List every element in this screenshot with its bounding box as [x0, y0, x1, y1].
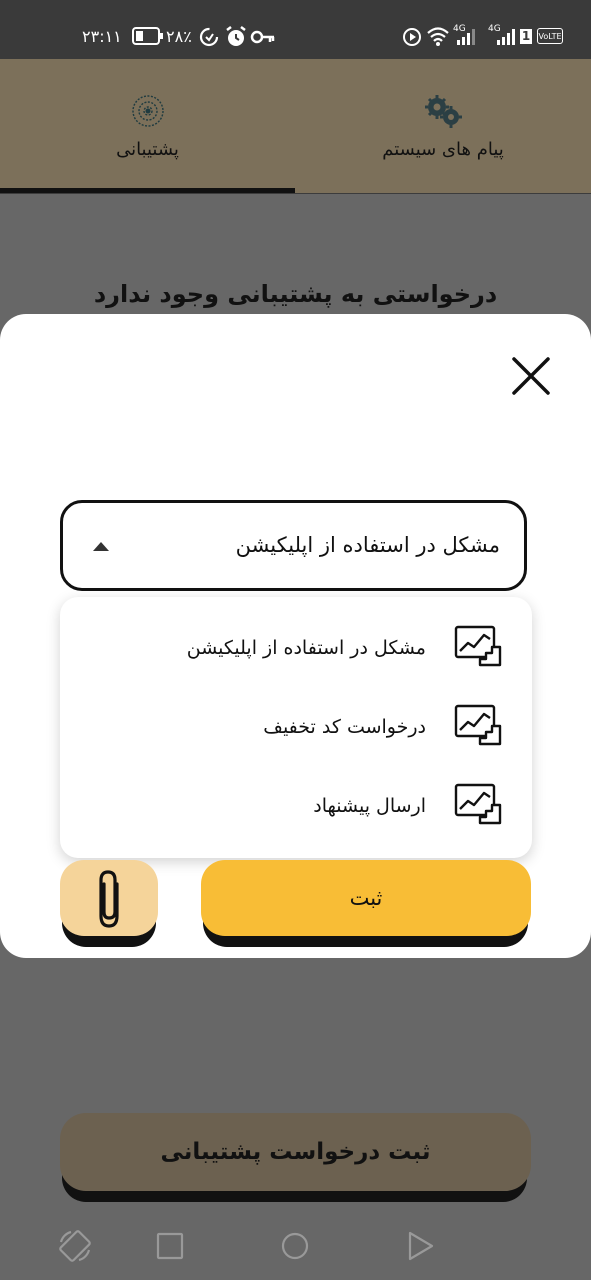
- dropdown-menu: مشکل در استفاده از اپلیکیشن درخواست کد ت…: [60, 597, 532, 858]
- battery-icon: [132, 26, 164, 50]
- status-time: ۲۳:۱۱: [82, 27, 122, 46]
- select-value: مشکل در استفاده از اپلیکیشن: [235, 533, 500, 557]
- tab-support[interactable]: پشتیبانی: [0, 59, 295, 194]
- submit-support-request-button[interactable]: ثبت درخواست پشتیبانی: [60, 1113, 531, 1191]
- close-button[interactable]: [505, 350, 557, 402]
- back-icon[interactable]: [402, 1228, 438, 1264]
- play-circle-icon: [402, 27, 422, 51]
- close-icon: [505, 357, 557, 406]
- data-saver-icon: [198, 26, 220, 52]
- request-type-select[interactable]: مشکل در استفاده از اپلیکیشن: [60, 500, 527, 591]
- paperclip-icon: [91, 868, 127, 934]
- alarm-icon: [224, 25, 248, 53]
- attach-button[interactable]: [60, 860, 158, 936]
- option-discount-code[interactable]: درخواست کد تخفیف: [60, 688, 532, 766]
- signal-icon: [456, 28, 478, 50]
- stairs-chart-icon: [454, 623, 504, 669]
- stairs-chart-icon: [454, 702, 504, 748]
- option-send-suggestion[interactable]: ارسال پیشنهاد: [60, 767, 532, 845]
- sim-slot-label: 1: [520, 29, 532, 44]
- tab-label: پشتیبانی: [116, 139, 179, 160]
- battery-percent: ۲۸٪: [166, 27, 192, 46]
- empty-state-text: درخواستی به پشتیبانی وجود ندارد: [93, 280, 498, 308]
- tab-divider: [0, 193, 591, 194]
- rotate-screen-icon[interactable]: [57, 1228, 93, 1264]
- option-label: ارسال پیشنهاد: [313, 795, 426, 817]
- caret-up-icon: [93, 542, 109, 551]
- home-icon[interactable]: [277, 1228, 313, 1264]
- wifi-icon: [426, 25, 450, 51]
- status-bar: ۲۳:۱۱ ۲۸٪ 4G 4G 1 VoLTE: [0, 0, 591, 59]
- stairs-chart-icon: [454, 781, 504, 827]
- signal-icon: [496, 28, 518, 50]
- support-gears-icon: [130, 93, 166, 133]
- option-label: درخواست کد تخفیف: [263, 716, 426, 738]
- tab-label: پیام های سیستم: [382, 139, 504, 160]
- option-app-problem[interactable]: مشکل در استفاده از اپلیکیشن: [60, 609, 532, 687]
- recents-icon[interactable]: [152, 1228, 188, 1264]
- tab-bar: پشتیبانی پیام های سیستم: [0, 59, 591, 194]
- volte-badge: VoLTE: [537, 28, 563, 44]
- vpn-key-icon: [250, 27, 276, 51]
- tab-system-messages[interactable]: پیام های سیستم: [295, 59, 591, 194]
- gears-icon: [424, 93, 462, 133]
- submit-button[interactable]: ثبت: [201, 860, 531, 936]
- option-label: مشکل در استفاده از اپلیکیشن: [186, 637, 426, 659]
